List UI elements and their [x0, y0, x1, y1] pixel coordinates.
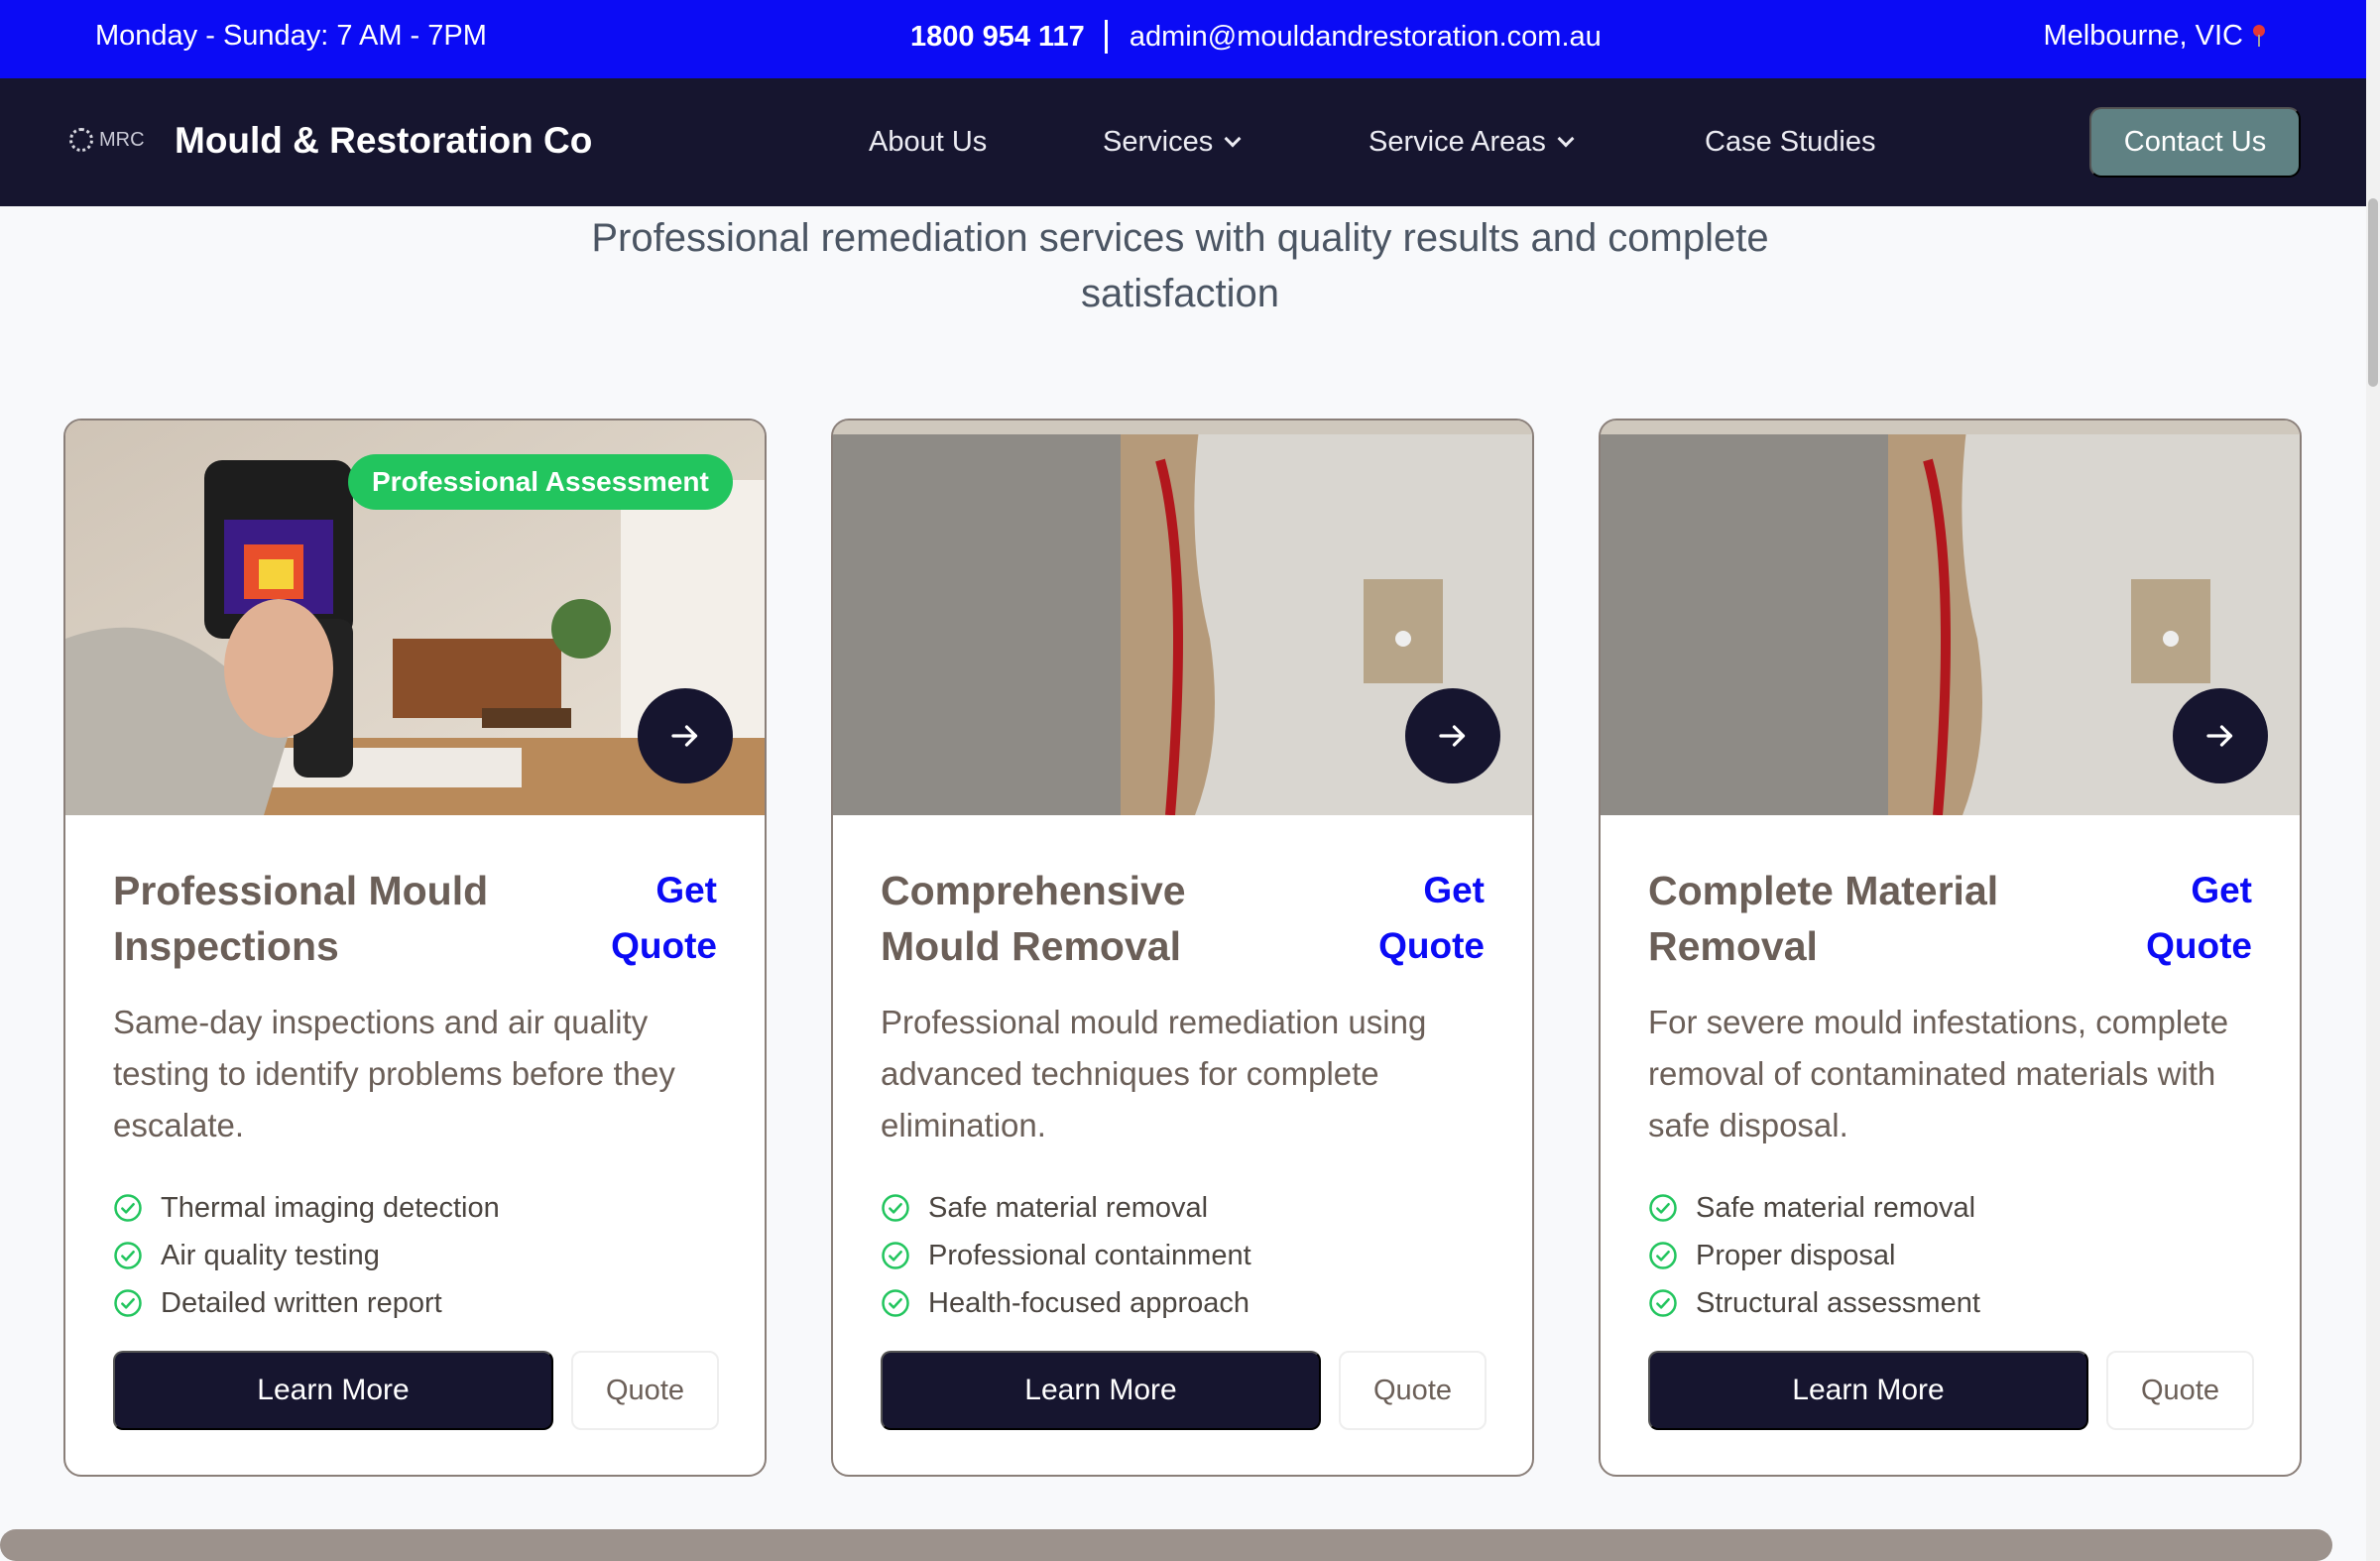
email-link[interactable]: admin@mouldandrestoration.com.au [1130, 21, 1602, 54]
feature-item: Health-focused approach [881, 1279, 1251, 1327]
nav-label: About Us [869, 126, 988, 158]
card-title: Professional Mould Inspections [113, 868, 489, 969]
service-card-inspections: Professional Assessment Professional Mou… [63, 419, 767, 1477]
card-image-wall-removal [833, 420, 1532, 815]
card-image-thermal-camera: Professional Assessment [65, 420, 765, 815]
open-card-arrow-button[interactable] [2173, 688, 2268, 783]
divider [1104, 20, 1108, 54]
nav-case-studies[interactable]: Case Studies [1705, 126, 1876, 159]
feature-text: Health-focused approach [928, 1286, 1250, 1319]
map-pin-icon [2251, 24, 2267, 49]
feature-item: Air quality testing [113, 1232, 500, 1279]
phone-link[interactable]: 1800 954 117 [910, 21, 1085, 54]
horizontal-scrollbar[interactable] [0, 1529, 2332, 1561]
nav-label: Services [1103, 126, 1214, 158]
get-quote-link[interactable]: Get Quote [568, 863, 717, 974]
feature-item: Thermal imaging detection [113, 1184, 500, 1232]
check-circle-icon [114, 1242, 142, 1269]
contact-us-button[interactable]: Contact Us [2089, 107, 2301, 178]
chevron-down-icon [1557, 130, 1575, 147]
feature-item: Structural assessment [1648, 1279, 1980, 1327]
card-description: Professional mould remediation using adv… [881, 1004, 1427, 1143]
feature-list: Safe material removal Proper disposal St… [1648, 1184, 1980, 1327]
professional-assessment-badge: Professional Assessment [348, 454, 733, 510]
check-circle-icon [1649, 1242, 1677, 1269]
main-navbar: MRC Mould & Restoration Co About Us Serv… [0, 78, 2366, 206]
card-title: Complete Material Removal [1648, 868, 1999, 969]
business-hours: Monday - Sunday: 7 AM - 7PM [95, 20, 487, 52]
feature-item: Professional containment [881, 1232, 1251, 1279]
feature-text: Professional containment [928, 1239, 1251, 1271]
quote-button[interactable]: Quote [571, 1351, 719, 1430]
quote-button[interactable]: Quote [2106, 1351, 2254, 1430]
card-description: For severe mould infestations, complete … [1648, 1004, 2229, 1143]
vertical-scrollbar-thumb[interactable] [2368, 198, 2378, 387]
learn-more-button[interactable]: Learn More [1648, 1351, 2088, 1430]
feature-list: Safe material removal Professional conta… [881, 1184, 1251, 1327]
logo-text: MRC [99, 128, 145, 151]
top-info-bar: Monday - Sunday: 7 AM - 7PM 1800 954 117… [0, 0, 2366, 78]
learn-more-button[interactable]: Learn More [881, 1351, 1321, 1430]
location: Melbourne, VIC [2044, 20, 2268, 53]
arrow-right-icon [2206, 725, 2233, 747]
brand-name[interactable]: Mould & Restoration Co [175, 120, 592, 162]
check-circle-icon [1649, 1289, 1677, 1317]
open-card-arrow-button[interactable] [638, 688, 733, 783]
feature-item: Safe material removal [881, 1184, 1251, 1232]
feature-item: Safe material removal [1648, 1184, 1980, 1232]
feature-text: Air quality testing [161, 1239, 380, 1271]
logo[interactable]: MRC [69, 128, 145, 152]
feature-text: Structural assessment [1696, 1286, 1980, 1319]
nav-label: Service Areas [1368, 126, 1546, 158]
nav-about-us[interactable]: About Us [869, 126, 987, 159]
feature-text: Safe material removal [928, 1191, 1209, 1224]
nav-service-areas[interactable]: Service Areas [1368, 126, 1575, 159]
learn-more-button[interactable]: Learn More [113, 1351, 553, 1430]
nav-label: Case Studies [1705, 126, 1876, 158]
open-card-arrow-button[interactable] [1405, 688, 1500, 783]
service-card-material-removal: Complete Material Removal Get Quote For … [1599, 419, 2302, 1477]
feature-text: Safe material removal [1696, 1191, 1976, 1224]
card-description: Same-day inspections and air quality tes… [113, 1004, 675, 1143]
feature-text: Thermal imaging detection [161, 1191, 500, 1224]
section-subtitle: Professional remediation services with q… [591, 216, 1769, 315]
card-title: Comprehensive Mould Removal [881, 868, 1186, 969]
feature-text: Detailed written report [161, 1286, 442, 1319]
quote-button[interactable]: Quote [1339, 1351, 1487, 1430]
topbar-contact: 1800 954 117 admin@mouldandrestoration.c… [910, 20, 1602, 54]
check-circle-icon [882, 1289, 909, 1317]
check-circle-icon [882, 1242, 909, 1269]
check-circle-icon [882, 1194, 909, 1222]
location-text: Melbourne, VIC [2043, 20, 2244, 52]
logo-ring-icon [69, 128, 93, 152]
feature-item: Detailed written report [113, 1279, 500, 1327]
check-circle-icon [114, 1289, 142, 1317]
get-quote-link[interactable]: Get Quote [1336, 863, 1485, 974]
arrow-right-icon [1439, 725, 1466, 747]
feature-list: Thermal imaging detection Air quality te… [113, 1184, 500, 1327]
check-circle-icon [114, 1194, 142, 1222]
feature-item: Proper disposal [1648, 1232, 1980, 1279]
check-circle-icon [1649, 1194, 1677, 1222]
chevron-down-icon [1224, 130, 1242, 147]
arrow-right-icon [671, 725, 698, 747]
service-card-mould-removal: Comprehensive Mould Removal Get Quote Pr… [831, 419, 1534, 1477]
get-quote-link[interactable]: Get Quote [2103, 863, 2252, 974]
card-image-wall-removal [1601, 420, 2300, 815]
nav-services[interactable]: Services [1103, 126, 1242, 159]
feature-text: Proper disposal [1696, 1239, 1896, 1271]
